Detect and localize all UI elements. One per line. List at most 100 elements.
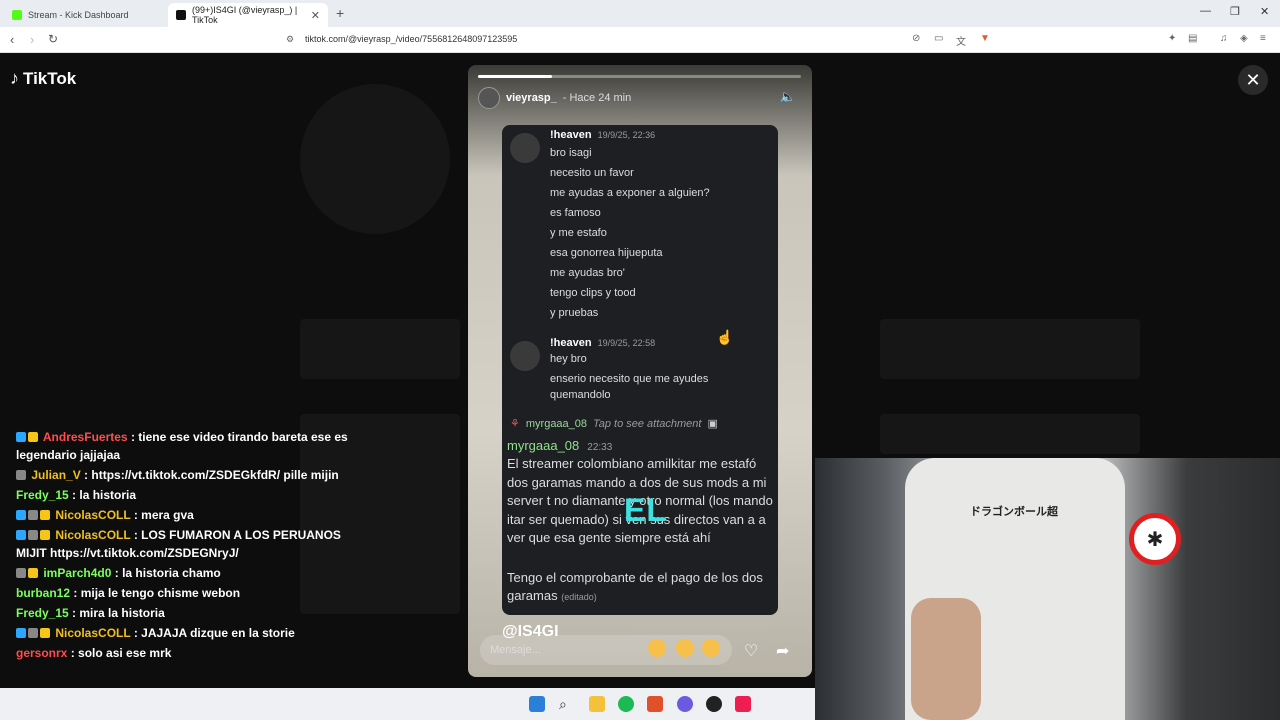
- wallet-icon[interactable]: ◈: [1240, 33, 1248, 44]
- music-icon[interactable]: ♫: [1220, 33, 1228, 44]
- badge-icon: [16, 628, 26, 638]
- heart-eyes-emoji-icon[interactable]: [648, 639, 666, 657]
- backdrop-thumb: [880, 414, 1140, 454]
- tab-title: Stream - Kick Dashboard: [28, 10, 129, 20]
- stream-chat: AndresFuertes : tiene ese video tirando …: [16, 428, 356, 664]
- minimize-icon[interactable]: —: [1200, 5, 1211, 17]
- chat-text: : https://vt.tiktok.com/ZSDEGkfdR/ pille…: [84, 468, 339, 482]
- avatar[interactable]: [478, 87, 500, 109]
- screen-icon[interactable]: ▭: [934, 33, 943, 44]
- reply-user: myrgaaa_08: [525, 417, 588, 430]
- volume-icon[interactable]: 🔈: [780, 89, 796, 105]
- tiktok-favicon-icon: [176, 10, 186, 20]
- mouse-cursor-icon: ☝: [716, 329, 734, 345]
- story-progress-fill: [478, 75, 553, 78]
- badge-icon: [28, 510, 38, 520]
- backdrop-card: [880, 319, 1140, 379]
- chat-text: : JAJAJA dizque en la storie: [133, 626, 295, 640]
- chat-message: NicolasCOLL : JAJAJA dizque en la storie: [16, 624, 356, 642]
- extensions-icon[interactable]: ✦: [1168, 33, 1176, 44]
- laughing-emoji-icon[interactable]: [676, 639, 694, 657]
- like-icon[interactable]: ♡: [744, 641, 758, 661]
- badge-icon: [28, 628, 38, 638]
- shocked-emoji-icon[interactable]: [702, 639, 720, 657]
- badge-icon: [28, 530, 38, 540]
- no-bug-sign-icon: ✱: [1129, 513, 1181, 565]
- tiktok-logo[interactable]: ♪ TikTok: [10, 68, 76, 89]
- kick-favicon-icon: [12, 10, 22, 20]
- backdrop-avatar: [300, 84, 450, 234]
- no-cast-icon[interactable]: ⊘: [912, 33, 920, 44]
- discord-line: bro isagi: [550, 147, 592, 159]
- discord-line: quemandolo: [550, 389, 611, 401]
- reload-icon[interactable]: ↻: [48, 32, 58, 46]
- chat-text: : la historia: [72, 488, 137, 502]
- chat-message: burban12 : mija le tengo chisme webon: [16, 584, 356, 602]
- discord-screenshot: !heaven 19/9/25, 22:36 bro isagi necesito…: [502, 125, 778, 615]
- overlay-caption-text: EL: [624, 492, 667, 528]
- restore-icon[interactable]: ❐: [1230, 5, 1240, 18]
- discord-user: !heaven 19/9/25, 22:58: [550, 337, 656, 349]
- tab-kick-dashboard[interactable]: Stream - Kick Dashboard: [4, 3, 164, 27]
- spotify-icon[interactable]: [618, 696, 634, 712]
- reply-avatar-icon: ⚘: [510, 418, 520, 430]
- windows-start-icon[interactable]: [529, 696, 545, 712]
- discord-line: hey bro: [550, 353, 587, 365]
- chat-message: imParch4d0 : la historia chamo: [16, 564, 356, 582]
- badge-icon: [16, 432, 26, 442]
- chat-user: AndresFuertes: [42, 430, 128, 444]
- file-explorer-icon[interactable]: [589, 696, 605, 712]
- browser-tab-bar: Stream - Kick Dashboard (99+)IS4GI (@vie…: [0, 0, 1280, 27]
- sidebar-icon[interactable]: ▤: [1188, 33, 1197, 44]
- discord-message-text: Tengo el comprobante de el pago de los d…: [507, 570, 763, 603]
- window-close-icon[interactable]: ✕: [1260, 5, 1269, 18]
- avatar: [510, 341, 540, 371]
- story-username[interactable]: vieyrasp_: [506, 92, 557, 104]
- new-tab-icon[interactable]: +: [336, 5, 344, 21]
- back-icon[interactable]: ‹: [10, 32, 14, 47]
- chat-user: gersonrx: [16, 646, 68, 660]
- chat-message: NicolasCOLL : mera gva: [16, 506, 356, 524]
- story-header: vieyrasp_ - Hace 24 min: [478, 87, 631, 109]
- site-info-icon[interactable]: ⚙: [286, 34, 294, 45]
- message-input[interactable]: Mensaje...: [480, 635, 732, 665]
- forward-icon[interactable]: ›: [30, 32, 34, 47]
- chat-message: Julian_V : https://vt.tiktok.com/ZSDEGkf…: [16, 466, 356, 484]
- obs-icon[interactable]: [706, 696, 722, 712]
- chat-user: burban12: [16, 586, 71, 600]
- chat-message: gersonrx : solo asi ese mrk: [16, 644, 356, 662]
- story-viewer[interactable]: vieyrasp_ - Hace 24 min 🔈 !heaven 19/9/25…: [468, 65, 812, 677]
- badge-icon: [16, 568, 26, 578]
- chat-message: NicolasCOLL : LOS FUMARON A LOS PERUANOS…: [16, 526, 356, 562]
- discord-line: enserio necesito que me ayudes: [550, 373, 709, 385]
- share-icon[interactable]: ➦: [776, 641, 789, 661]
- tiktok-logo-text: TikTok: [23, 68, 77, 88]
- close-story-button[interactable]: ✕: [1238, 65, 1268, 95]
- brave-shield-icon[interactable]: ▼: [980, 33, 990, 44]
- badge-icon: [16, 530, 26, 540]
- close-tab-icon[interactable]: ✕: [311, 9, 320, 22]
- discord-line: tengo clips y tood: [550, 287, 636, 299]
- tiktok-note-icon: ♪: [10, 68, 19, 88]
- address-bar: ‹ › ↻ ⚙ tiktok.com/@vieyrasp_/video/7556…: [0, 27, 1280, 53]
- badge-icon: [16, 470, 26, 480]
- tiktok-app-icon[interactable]: [735, 696, 751, 712]
- menu-icon[interactable]: ≡: [1260, 33, 1266, 44]
- reply-attachment: Tap to see attachment: [593, 417, 702, 430]
- discord-icon[interactable]: [677, 696, 693, 712]
- reply-reference: ⚘ myrgaaa_08 Tap to see attachment ▣: [510, 417, 718, 431]
- discord-line: y pruebas: [550, 307, 599, 319]
- chat-text: : mera gva: [133, 508, 194, 522]
- chat-user: imParch4d0: [43, 566, 112, 580]
- url-field[interactable]: tiktok.com/@vieyrasp_/video/755681264809…: [305, 34, 517, 44]
- chat-user: NicolasCOLL: [55, 626, 131, 640]
- translate-icon[interactable]: 文: [956, 33, 966, 48]
- badge-icon: [40, 530, 50, 540]
- badge-icon: [28, 568, 38, 578]
- brave-icon[interactable]: [647, 696, 663, 712]
- tab-tiktok[interactable]: (99+)IS4GI (@vieyrasp_) | TikTok ✕: [168, 3, 328, 27]
- message-placeholder: Mensaje...: [490, 644, 541, 656]
- search-icon[interactable]: ⌕: [559, 696, 575, 712]
- image-icon: ▣: [707, 418, 718, 430]
- close-icon: ✕: [1245, 69, 1261, 90]
